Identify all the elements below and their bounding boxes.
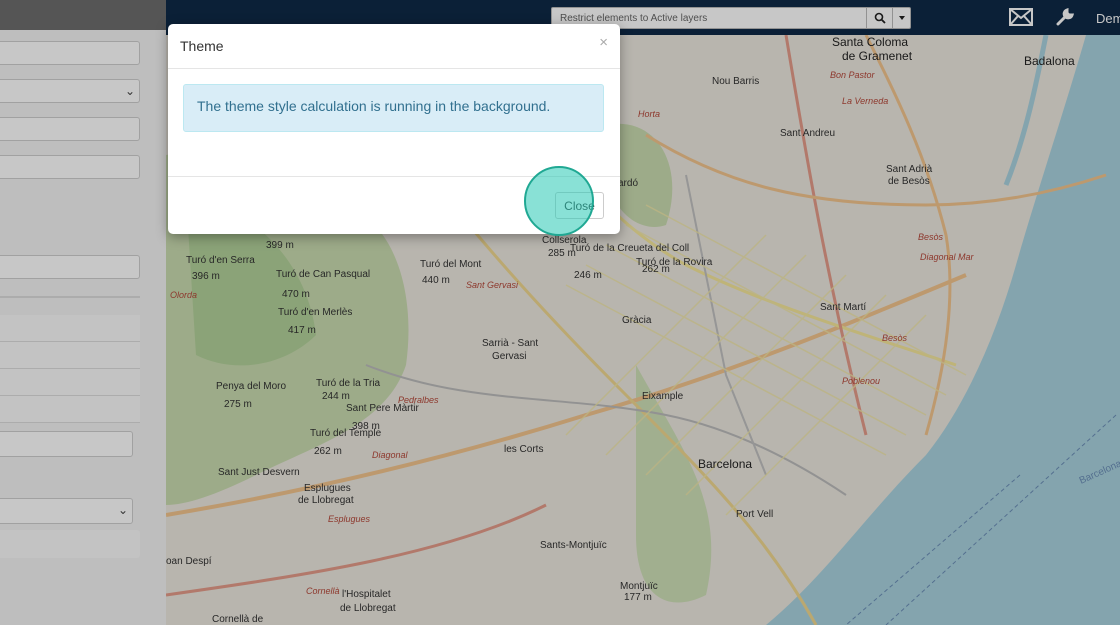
close-button[interactable]: Close [555,192,604,219]
modal-header: Theme × [168,24,620,69]
close-icon[interactable]: × [599,34,608,51]
theme-modal: Theme × The theme style calculation is r… [168,24,620,234]
info-alert: The theme style calculation is running i… [183,84,604,132]
modal-body: The theme style calculation is running i… [168,69,620,177]
modal-title: Theme [180,38,224,54]
modal-footer: Close [168,177,620,235]
